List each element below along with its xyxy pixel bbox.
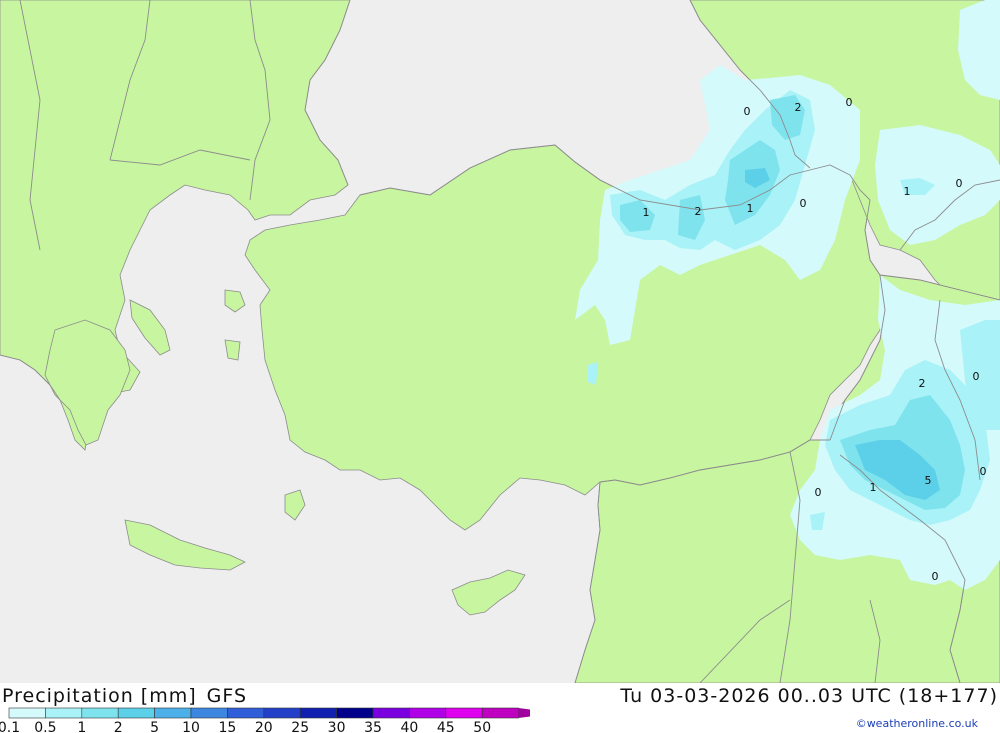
legend-label: 15: [218, 720, 236, 733]
model-name: GFS: [206, 685, 248, 707]
map-title-text: Precipitation [mm]: [2, 685, 197, 707]
legend-color-box: [117, 707, 155, 719]
forecast-run-time: Tu 03-03-2026 00..03 UTC (18+177): [620, 685, 998, 707]
legend-label: 45: [437, 720, 455, 733]
legend-label: 10: [182, 720, 200, 733]
legend-color-box: [336, 707, 374, 719]
legend-label: 30: [328, 720, 346, 733]
credit-link[interactable]: ©weatheronline.co.uk: [856, 717, 978, 730]
precip-value-label: 0: [815, 486, 822, 499]
legend-label: 40: [400, 720, 418, 733]
precip-value-label: 1: [870, 481, 877, 494]
legend-label: 20: [255, 720, 273, 733]
legend-label: 5: [150, 720, 159, 733]
legend-color-box: [45, 707, 83, 719]
map-footer: Precipitation [mm] GFS Tu 03-03-2026 00..…: [0, 683, 1000, 733]
precip-value-label: 0: [800, 197, 807, 210]
legend-label: 0.5: [34, 720, 56, 733]
legend-color-box: [227, 707, 265, 719]
legend-label: 25: [291, 720, 309, 733]
precip-value-label: 2: [919, 377, 926, 390]
legend-label: 0.1: [0, 720, 20, 733]
legend-color-box: [263, 707, 301, 719]
legend-color-box: [299, 707, 337, 719]
precip-value-label: 0: [956, 177, 963, 190]
legend-label: 1: [77, 720, 86, 733]
legend-color-box: [445, 707, 483, 719]
legend-color-box: [8, 707, 46, 719]
precip-value-label: 2: [795, 101, 802, 114]
precip-value-label: 0: [846, 96, 853, 109]
legend-label: 50: [473, 720, 491, 733]
precip-value-label: 0: [973, 370, 980, 383]
legend-color-box: [154, 707, 192, 719]
precipitation-map: 0 2 0 1 2 1 0 1 0 2 0 1 5 0 0 0: [0, 0, 1000, 683]
legend-label: 35: [364, 720, 382, 733]
precip-value-label: 0: [744, 105, 751, 118]
precip-value-label: 2: [695, 205, 702, 218]
precip-value-label: 1: [747, 202, 754, 215]
precip-value-label: 1: [904, 185, 911, 198]
precip-value-label: 5: [925, 474, 932, 487]
precip-value-label: 0: [932, 570, 939, 583]
legend-color-box: [372, 707, 410, 719]
legend-arrow: [518, 708, 530, 718]
map-title: Precipitation [mm] GFS: [2, 685, 247, 707]
legend-color-box: [481, 707, 519, 719]
legend-color-box: [409, 707, 447, 719]
legend-color-box: [81, 707, 119, 719]
color-legend: 0.1 0.5 1 2 5 10 15 20 25 30 35 40 45 50: [0, 707, 530, 733]
legend-label: 2: [114, 720, 123, 733]
precip-value-label: 1: [643, 206, 650, 219]
legend-color-box: [190, 707, 228, 719]
precip-value-label: 0: [980, 465, 987, 478]
